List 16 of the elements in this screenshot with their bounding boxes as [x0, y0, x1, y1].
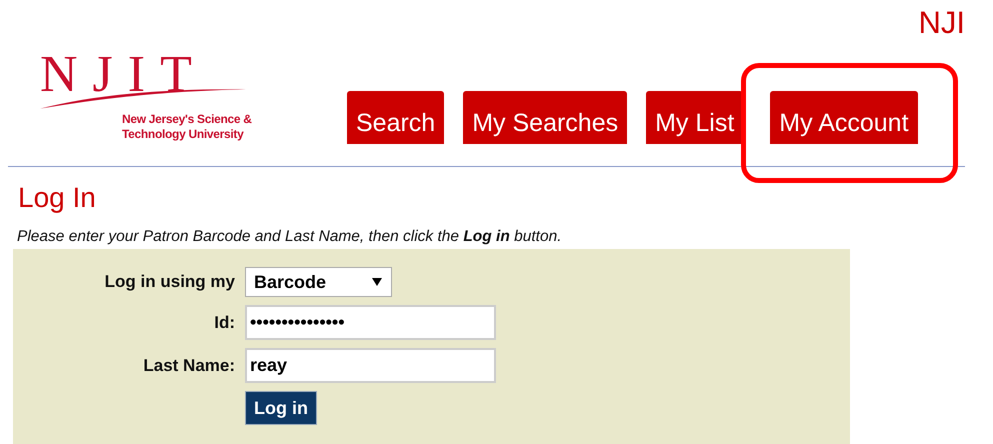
field-label: Log in using my — [104, 272, 235, 292]
login-button[interactable]: Log in — [245, 391, 317, 425]
page-heading: Log In — [18, 181, 97, 215]
field-label: Id: — [213, 312, 235, 332]
site-title: NJI — [918, 5, 965, 41]
nav-tab[interactable]: Search — [347, 91, 444, 144]
nav-tab[interactable]: My Account — [770, 91, 918, 144]
field-label: Last Name: — [142, 356, 235, 376]
nav-tab[interactable]: My Searches — [463, 91, 628, 144]
last-name-field[interactable]: reay — [245, 348, 496, 383]
login-method-select[interactable]: Barcode — [245, 267, 392, 297]
id-field[interactable]: ••••••••••••••• — [245, 305, 496, 340]
instructions-text: Please enter your Patron Barcode and Last Name, then click the Log in button. — [17, 227, 563, 247]
caret-icon — [372, 278, 382, 286]
nav-tab[interactable]: My List — [646, 91, 744, 144]
university-logo[interactable]: NJIT New Jersey's Science & Technology University — [36, 50, 281, 146]
